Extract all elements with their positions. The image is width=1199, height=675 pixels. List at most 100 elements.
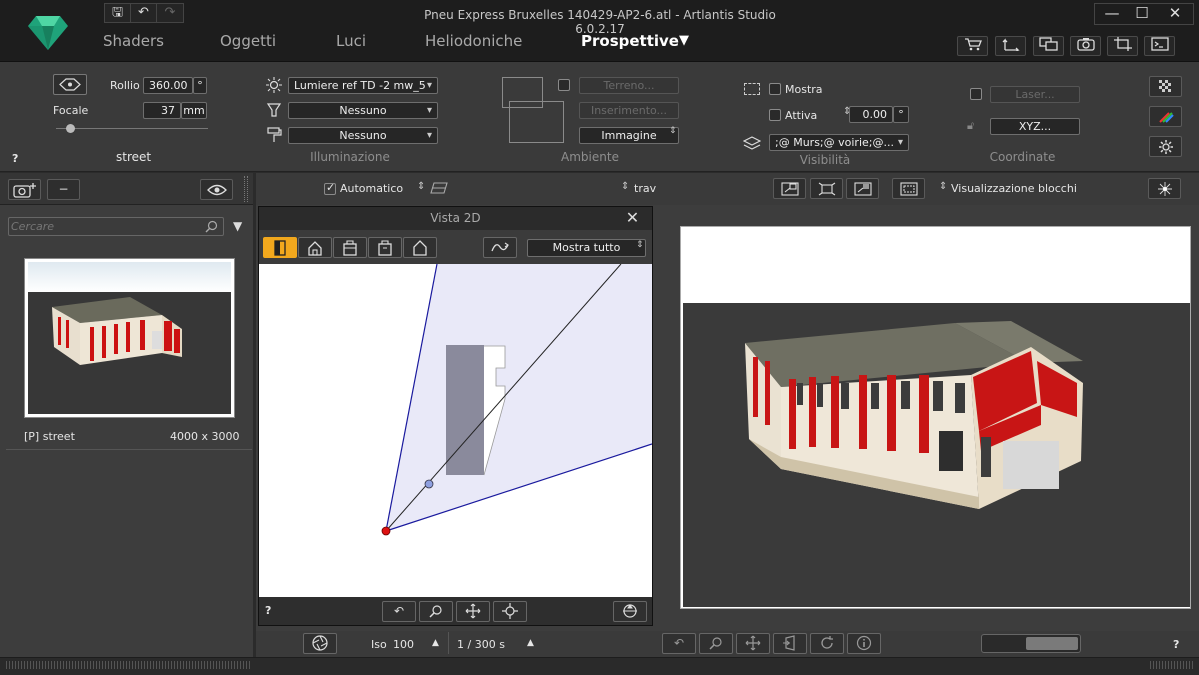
background-stepper-icon[interactable]: ⇕ <box>669 126 677 136</box>
coordinates-group-label: Coordinate <box>989 150 1056 164</box>
left-view-icon[interactable] <box>403 237 437 258</box>
help-icon[interactable]: ? <box>12 152 18 165</box>
automatic-stepper-icon[interactable]: ⇕ <box>417 181 425 192</box>
plane-icon[interactable] <box>430 181 448 198</box>
trav-stepper-icon[interactable]: ⇕ <box>621 181 629 192</box>
zoom-region-icon[interactable] <box>773 178 806 199</box>
blocks-stepper-icon[interactable]: ⇕ <box>939 181 947 192</box>
iso-up-arrow-icon[interactable]: ▲ <box>432 638 439 648</box>
render-preview[interactable] <box>680 226 1191 609</box>
view-thumbnail[interactable] <box>24 258 235 418</box>
blocks-display-label: Visualizzazione blocchi <box>951 182 1077 195</box>
front-view-icon[interactable] <box>298 237 332 258</box>
rollio-input[interactable]: 360.00 <box>143 77 193 94</box>
settings-gear-icon[interactable] <box>1149 136 1182 157</box>
preview-walk-icon[interactable] <box>773 633 807 654</box>
active-checkbox[interactable] <box>769 109 781 121</box>
quality-slider[interactable] <box>981 634 1081 653</box>
lamp-select[interactable]: Nessuno <box>288 102 438 119</box>
xyz-button[interactable]: XYZ... <box>990 118 1080 135</box>
layers-select[interactable]: ;@ Murs;@ voirie;@... <box>769 134 909 151</box>
tabs-dropdown-icon[interactable]: ▼ <box>679 33 689 48</box>
export-arrows-icon[interactable] <box>995 36 1026 56</box>
console-icon[interactable] <box>1144 36 1175 56</box>
lamp-icon <box>266 102 282 121</box>
preview-pan-icon[interactable] <box>736 633 770 654</box>
preview-undo-icon[interactable]: ↶ <box>662 633 696 654</box>
crop-icon[interactable] <box>1107 36 1138 56</box>
plan-drawing <box>381 264 652 536</box>
shutter-value[interactable]: 1 / 300 s <box>457 638 505 651</box>
checker-pattern-icon[interactable] <box>1149 76 1182 97</box>
camera-view-icon[interactable] <box>53 74 87 95</box>
status-grip-left <box>6 661 250 669</box>
plan-view-icon[interactable] <box>263 237 297 258</box>
bottom-help-icon[interactable]: ? <box>1173 638 1179 651</box>
tab-heliodoniche[interactable]: Heliodoniche <box>425 32 522 50</box>
light-burst-icon[interactable] <box>1148 178 1181 199</box>
search-input[interactable] <box>9 218 199 235</box>
background-preview-front[interactable] <box>509 101 564 143</box>
shutter-up-arrow-icon[interactable]: ▲ <box>527 638 534 648</box>
undo-icon[interactable]: ↶ <box>131 4 157 22</box>
preview-zoom-icon[interactable] <box>699 633 733 654</box>
environment-group-label: Ambiente <box>561 150 619 164</box>
preview-info-icon[interactable] <box>847 633 881 654</box>
safe-frame-icon[interactable] <box>892 178 925 199</box>
automatic-checkbox[interactable]: ✓ <box>324 181 336 195</box>
eye-icon[interactable] <box>200 179 233 200</box>
tab-oggetti[interactable]: Oggetti <box>220 32 276 50</box>
focale-input[interactable]: 37 <box>143 102 181 119</box>
show-checkbox[interactable] <box>769 83 781 95</box>
remove-view-button[interactable]: − <box>47 179 80 200</box>
view2d-close-button[interactable]: ✕ <box>614 207 651 229</box>
curve-path-icon[interactable] <box>483 237 517 258</box>
laser-checkbox[interactable] <box>970 88 982 100</box>
active-angle-input[interactable]: 0.00 <box>849 106 893 123</box>
view2d-fit-icon[interactable] <box>493 601 527 622</box>
list-divider <box>6 449 252 450</box>
multi-window-icon[interactable] <box>1033 36 1064 56</box>
preview-refresh-icon[interactable] <box>810 633 844 654</box>
camera-icon[interactable] <box>1070 36 1101 56</box>
view2d-title: Vista 2D <box>259 207 652 230</box>
shopping-cart-icon[interactable] <box>957 36 988 56</box>
save-icon[interactable]: 🖫 <box>105 4 131 22</box>
quality-slider-handle[interactable] <box>1026 637 1078 650</box>
show-all-stepper-icon[interactable]: ⇕ <box>636 240 644 250</box>
terrain-checkbox[interactable] <box>558 79 570 91</box>
tab-shaders[interactable]: Shaders <box>103 32 164 50</box>
tab-prospettive[interactable]: Prospettive <box>581 32 679 50</box>
search-dropdown-icon[interactable]: ▼ <box>233 219 242 233</box>
close-button[interactable]: ✕ <box>1160 2 1190 24</box>
bottom-divider <box>448 632 449 654</box>
view2d-zoom-icon[interactable] <box>419 601 453 622</box>
background-select[interactable]: Immagine <box>579 127 679 144</box>
maximize-button[interactable]: ☐ <box>1127 2 1157 24</box>
iso-value[interactable]: 100 <box>393 638 414 651</box>
show-all-select[interactable]: Mostra tutto <box>527 239 646 257</box>
search-box[interactable] <box>8 217 224 236</box>
paint-select[interactable]: Nessuno <box>288 127 438 144</box>
back-view-icon[interactable] <box>368 237 402 258</box>
fit-view-icon[interactable] <box>810 178 843 199</box>
view2d-undo-icon[interactable]: ↶ <box>382 601 416 622</box>
right-view-icon[interactable] <box>333 237 367 258</box>
panel-grip[interactable] <box>244 176 248 202</box>
lock-icon[interactable]: 🔓︎ <box>967 119 974 133</box>
view2d-level-icon[interactable] <box>613 601 647 622</box>
tab-luci[interactable]: Luci <box>336 32 366 50</box>
focale-slider-handle[interactable] <box>66 124 75 133</box>
search-icon[interactable] <box>205 220 218 236</box>
add-view-camera-icon[interactable] <box>8 179 41 200</box>
view2d-pan-icon[interactable] <box>456 601 490 622</box>
view2d-canvas[interactable] <box>259 264 652 597</box>
redo-icon[interactable]: ↷ <box>157 4 183 22</box>
region-render-icon[interactable] <box>846 178 879 199</box>
aperture-icon[interactable] <box>303 633 337 654</box>
view2d-help-icon[interactable]: ? <box>265 604 271 617</box>
color-pencils-icon[interactable] <box>1149 106 1182 127</box>
light-select[interactable]: Lumiere ref TD -2 mw_5 <box>288 77 438 94</box>
minimize-button[interactable]: — <box>1097 2 1127 24</box>
focale-slider[interactable] <box>56 128 208 129</box>
